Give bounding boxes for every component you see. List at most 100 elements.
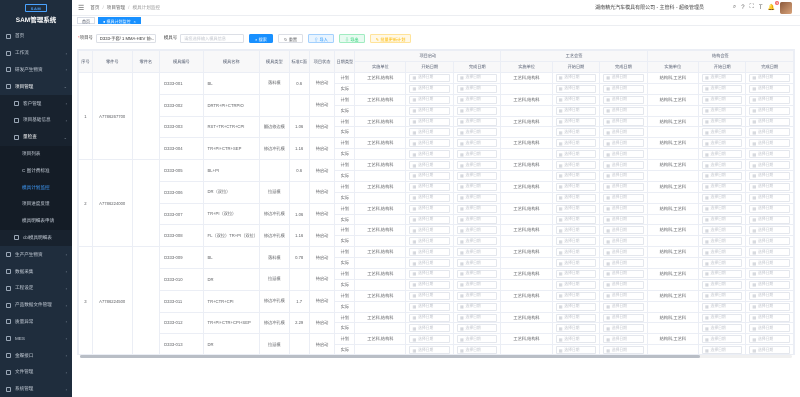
date-picker[interactable]: ▦ 选择日期 <box>456 128 498 137</box>
date-picker[interactable]: ▦ 选择日期 <box>409 259 450 268</box>
table-row[interactable]: 1 A7786267700 D333-001 BL 落料模 0.6 待启动 计划 工艺科,结构科… <box>78 71 794 161</box>
date-picker[interactable]: ▦ 选择日期 <box>555 215 597 224</box>
date-picker[interactable]: ▦ 选择日期 <box>603 248 644 257</box>
export-button[interactable]: ⇩ 导出 <box>338 33 365 43</box>
date-picker[interactable]: ▦ 选择日期 <box>749 259 790 268</box>
date-picker[interactable]: ▦ 选择日期 <box>456 84 498 93</box>
date-picker[interactable]: ▦ 选择日期 <box>409 106 450 115</box>
date-picker[interactable]: ▦ 选择日期 <box>456 161 498 170</box>
sidebar-item[interactable]: 金蝶接口 › <box>0 347 72 364</box>
date-picker[interactable]: ▦ 选择日期 <box>409 193 450 202</box>
date-picker[interactable]: ▦ 选择日期 <box>749 248 790 257</box>
date-picker[interactable]: ▦ 选择日期 <box>456 204 498 213</box>
sidebar-item[interactable]: MES › <box>0 330 72 347</box>
date-picker[interactable]: ▦ 选择日期 <box>555 204 597 213</box>
import-button[interactable]: ⇧ 导入 <box>308 33 334 43</box>
date-picker[interactable]: ▦ 选择日期 <box>409 324 450 333</box>
date-picker[interactable]: ▦ 选择日期 <box>409 346 450 354</box>
date-picker[interactable]: ▦ 选择日期 <box>749 139 790 148</box>
date-picker[interactable]: ▦ 选择日期 <box>555 335 597 344</box>
date-picker[interactable]: ▦ 选择日期 <box>409 215 450 224</box>
date-picker[interactable]: ▦ 选择日期 <box>456 182 498 191</box>
date-picker[interactable]: ▦ 选择日期 <box>749 313 790 322</box>
date-picker[interactable]: ▦ 选择日期 <box>749 346 790 354</box>
date-picker[interactable]: ▦ 选择日期 <box>456 302 498 311</box>
date-picker[interactable]: ▦ 选择日期 <box>555 95 597 104</box>
date-picker[interactable]: ▦ 选择日期 <box>701 237 743 246</box>
date-picker[interactable]: ▦ 选择日期 <box>555 280 597 289</box>
date-picker[interactable]: ▦ 选择日期 <box>701 171 743 180</box>
date-picker[interactable]: ▦ 选择日期 <box>749 291 790 300</box>
table-row[interactable]: D333-011 TR+CTR+CPI 修边冲孔模 1.7 待启动 计划 工艺科,结构科 ▦ 选… <box>79 289 794 313</box>
date-picker[interactable]: ▦ 选择日期 <box>701 73 743 82</box>
date-picker[interactable]: ▦ 选择日期 <box>456 291 498 300</box>
scrollbar-thumb[interactable] <box>80 355 700 358</box>
date-picker[interactable]: ▦ 选择日期 <box>749 280 790 289</box>
date-picker[interactable]: ▦ 选择日期 <box>749 226 790 235</box>
sidebar-item[interactable]: 项目进度反馈 <box>0 195 72 213</box>
date-picker[interactable]: ▦ 选择日期 <box>456 237 498 246</box>
sidebar-item[interactable]: 工作流 › <box>0 45 72 62</box>
date-picker[interactable]: ▦ 选择日期 <box>409 302 450 311</box>
sidebar-item[interactable]: 数据采集 › <box>0 263 72 280</box>
date-picker[interactable]: ▦ 选择日期 <box>409 161 450 170</box>
date-picker[interactable]: ▦ 选择日期 <box>456 106 498 115</box>
date-picker[interactable]: ▦ 选择日期 <box>555 346 597 354</box>
date-picker[interactable]: ▦ 选择日期 <box>749 237 790 246</box>
date-picker[interactable]: ▦ 选择日期 <box>456 346 498 354</box>
date-picker[interactable]: ▦ 选择日期 <box>409 335 450 344</box>
sidebar-item[interactable]: 项目管理 ⌄ <box>0 78 72 95</box>
sidebar-item[interactable]: cbl模具明细表 <box>0 229 72 247</box>
date-picker[interactable]: ▦ 选择日期 <box>555 302 597 311</box>
date-picker[interactable]: ▦ 选择日期 <box>749 204 790 213</box>
date-picker[interactable]: ▦ 选择日期 <box>456 139 498 148</box>
sidebar-item[interactable]: 客户管理 › <box>0 95 72 112</box>
date-picker[interactable]: ▦ 选择日期 <box>701 150 743 159</box>
sidebar-item[interactable]: 工程设定 › <box>0 280 72 297</box>
logo[interactable]: SAM SAM管理系统 <box>0 0 72 28</box>
date-picker[interactable]: ▦ 选择日期 <box>603 171 644 180</box>
date-picker[interactable]: ▦ 选择日期 <box>701 204 743 213</box>
bell-icon[interactable]: 🔔 9 <box>768 1 779 11</box>
date-picker[interactable]: ▦ 选择日期 <box>701 269 743 278</box>
date-picker[interactable]: ▦ 选择日期 <box>409 171 450 180</box>
date-picker[interactable]: ▦ 选择日期 <box>603 259 644 268</box>
date-picker[interactable]: ▦ 选择日期 <box>749 128 790 137</box>
avatar[interactable] <box>780 1 792 14</box>
date-picker[interactable]: ▦ 选择日期 <box>701 313 743 322</box>
date-picker[interactable]: ▦ 选择日期 <box>749 302 790 311</box>
close-icon[interactable]: × <box>134 19 136 24</box>
date-picker[interactable]: ▦ 选择日期 <box>555 128 597 137</box>
table-row[interactable]: D333-013 DR 拉延模 待启动 计划 工艺科,结构科 ▦ 选择日期 ▦ 选择日期 工艺科,结… <box>79 333 794 354</box>
date-picker[interactable]: ▦ 选择日期 <box>555 237 597 246</box>
date-picker[interactable]: ▦ 选择日期 <box>456 95 498 104</box>
date-picker[interactable]: ▦ 选择日期 <box>555 226 597 235</box>
date-picker[interactable]: ▦ 选择日期 <box>603 106 644 115</box>
sidebar-item[interactable]: 模具明细表申请 <box>0 212 72 230</box>
batch-update-button[interactable]: ✎ 批量更新计划 <box>369 33 412 43</box>
date-picker[interactable]: ▦ 选择日期 <box>603 215 644 224</box>
date-picker[interactable]: ▦ 选择日期 <box>701 302 743 311</box>
hamburger-icon[interactable]: ☰ <box>78 4 84 12</box>
date-picker[interactable]: ▦ 选择日期 <box>603 139 644 148</box>
date-picker[interactable]: ▦ 选择日期 <box>409 128 450 137</box>
date-picker[interactable]: ▦ 选择日期 <box>456 215 498 224</box>
date-picker[interactable]: ▦ 选择日期 <box>555 106 597 115</box>
date-picker[interactable]: ▦ 选择日期 <box>749 335 790 344</box>
date-picker[interactable]: ▦ 选择日期 <box>555 248 597 257</box>
date-picker[interactable]: ▦ 选择日期 <box>409 84 450 93</box>
date-picker[interactable]: ▦ 选择日期 <box>701 346 743 354</box>
date-picker[interactable]: ▦ 选择日期 <box>456 280 498 289</box>
table-row[interactable]: D333-002 DRTR+PI+CTRPIO 待启动 计划 工艺科,结构科 ▦ 选择日期 ▦… <box>79 93 794 117</box>
date-picker[interactable]: ▦ 选择日期 <box>701 248 743 257</box>
date-picker[interactable]: ▦ 选择日期 <box>603 269 644 278</box>
horizontal-scrollbar[interactable] <box>80 355 792 358</box>
date-picker[interactable]: ▦ 选择日期 <box>456 226 498 235</box>
date-picker[interactable]: ▦ 选择日期 <box>555 269 597 278</box>
date-picker[interactable]: ▦ 选择日期 <box>409 226 450 235</box>
date-picker[interactable]: ▦ 选择日期 <box>555 171 597 180</box>
date-picker[interactable]: ▦ 选择日期 <box>603 226 644 235</box>
breadcrumb-project[interactable]: 项目管理 <box>107 5 125 11</box>
sidebar-item[interactable]: 研发产生物资 › <box>0 62 72 79</box>
date-picker[interactable]: ▦ 选择日期 <box>701 128 743 137</box>
